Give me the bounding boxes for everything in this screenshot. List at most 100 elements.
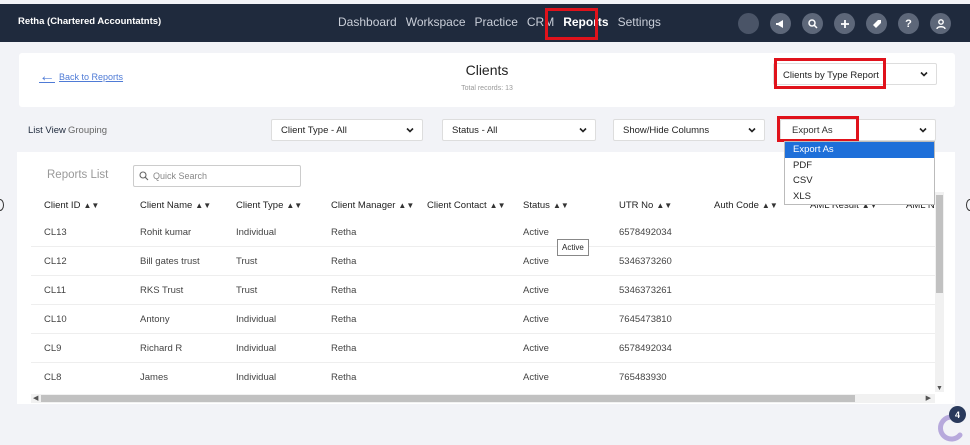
export-option-csv[interactable]: CSV: [785, 173, 934, 189]
cell-status: Active: [523, 372, 549, 383]
cell-client-type: Trust: [236, 256, 258, 267]
sort-icon: ▲▼: [398, 201, 415, 210]
nav-settings[interactable]: Settings: [618, 15, 661, 29]
cell-utr: 765483930: [619, 372, 667, 383]
tab-grouping[interactable]: Grouping: [68, 125, 107, 136]
top-navbar: Retha (Chartered Accountatnts) Dashboard…: [0, 4, 970, 42]
cell-utr: 6578492034: [619, 227, 672, 238]
col-client-name[interactable]: Client Name ▲▼: [140, 200, 211, 211]
show-hide-columns[interactable]: Show/Hide Columns: [613, 119, 765, 141]
cell-utr: 6578492034: [619, 343, 672, 354]
cell-client-type: Individual: [236, 372, 277, 383]
cell-status: Active: [523, 343, 549, 354]
export-option-placeholder[interactable]: Export As: [785, 142, 934, 158]
cell-status: Active: [523, 256, 549, 267]
cell-client-id: CL12: [44, 256, 67, 267]
table-row[interactable]: CL12 Bill gates trust Trust Retha Active…: [31, 247, 935, 276]
export-options-menu: Export As PDF CSV XLS: [784, 141, 935, 205]
sort-icon: ▲▼: [656, 201, 673, 210]
cell-client-name: Bill gates trust: [140, 256, 200, 267]
col-client-id[interactable]: Client ID ▲▼: [44, 200, 99, 211]
practice-name: Retha (Chartered Accountatnts): [18, 16, 162, 27]
cell-client-type: Trust: [236, 285, 258, 296]
sort-icon: ▲▼: [286, 201, 303, 210]
vertical-scrollbar[interactable]: ▼: [935, 192, 944, 392]
search-icon[interactable]: [802, 13, 823, 34]
col-utr-no[interactable]: UTR No ▲▼: [619, 200, 672, 211]
cell-status: Active: [523, 227, 549, 238]
reports-list-heading: Reports List: [47, 169, 109, 181]
cell-client-manager: Retha: [331, 314, 357, 325]
col-auth-code[interactable]: Auth Code ▲▼: [714, 200, 778, 211]
status-filter-value: Status - All: [452, 125, 498, 136]
cell-utr: 7645473810: [619, 314, 672, 325]
cell-client-manager: Retha: [331, 343, 357, 354]
chevron-down-icon: [919, 127, 927, 133]
search-placeholder: Quick Search: [153, 171, 208, 181]
scroll-down-arrow-icon[interactable]: ▼: [936, 385, 943, 392]
horizontal-scrollbar[interactable]: ◀ ▶: [31, 394, 935, 403]
cell-utr: 5346373261: [619, 285, 672, 296]
cell-client-id: CL10: [44, 314, 67, 325]
user-icon[interactable]: [930, 13, 951, 34]
tag-icon[interactable]: [866, 13, 887, 34]
cell-client-manager: Retha: [331, 256, 357, 267]
status-icon[interactable]: [738, 13, 759, 34]
cell-client-id: CL9: [44, 343, 62, 354]
chevron-down-icon: [748, 127, 756, 133]
col-client-type[interactable]: Client Type ▲▼: [236, 200, 302, 211]
client-type-filter-value: Client Type - All: [281, 125, 347, 136]
table-row[interactable]: CL11 RKS Trust Trust Retha Active 534637…: [31, 276, 935, 305]
help-icon[interactable]: ?: [898, 13, 919, 34]
plus-icon[interactable]: [834, 13, 855, 34]
reports-highlight: [545, 8, 598, 40]
cell-client-id: CL11: [44, 285, 67, 296]
cell-client-type: Individual: [236, 227, 277, 238]
cell-client-name: Richard R: [140, 343, 183, 354]
vertical-scroll-thumb[interactable]: [936, 195, 943, 293]
sort-icon: ▲▼: [195, 201, 212, 210]
col-client-contact[interactable]: Client Contact ▲▼: [427, 200, 506, 211]
scroll-left-arrow-icon[interactable]: ◀: [33, 394, 38, 402]
cell-client-manager: Retha: [331, 227, 357, 238]
cell-client-id: CL8: [44, 372, 62, 383]
status-tooltip: Active: [557, 239, 589, 256]
search-icon: [139, 171, 149, 181]
show-hide-label: Show/Hide Columns: [623, 125, 710, 136]
horizontal-scroll-thumb[interactable]: [41, 395, 855, 402]
cell-client-type: Individual: [236, 314, 277, 325]
quick-search-input[interactable]: Quick Search: [133, 165, 301, 187]
sort-icon: ▲▼: [489, 201, 506, 210]
table-row[interactable]: CL8 James Individual Retha Active 765483…: [31, 363, 935, 392]
export-option-xls[interactable]: XLS: [785, 189, 934, 205]
export-option-pdf[interactable]: PDF: [785, 158, 934, 174]
cell-client-manager: Retha: [331, 372, 357, 383]
nav-icons: ?: [738, 13, 951, 34]
col-status[interactable]: Status ▲▼: [523, 200, 569, 211]
col-client-manager[interactable]: Client Manager ▲▼: [331, 200, 414, 211]
sort-icon: ▲▼: [761, 201, 778, 210]
right-edge-icon: [966, 199, 970, 211]
cell-client-name: RKS Trust: [140, 285, 184, 296]
tab-list-view[interactable]: List View: [28, 125, 66, 136]
client-type-filter[interactable]: Client Type - All: [271, 119, 423, 141]
table-row[interactable]: CL9 Richard R Individual Retha Active 65…: [31, 334, 935, 363]
cell-status: Active: [523, 285, 549, 296]
left-edge-icon: [0, 199, 4, 211]
chevron-down-icon: [920, 71, 928, 77]
chevron-down-icon: [406, 127, 414, 133]
nav-dashboard[interactable]: Dashboard: [338, 15, 397, 29]
cell-client-manager: Retha: [331, 285, 357, 296]
status-filter[interactable]: Status - All: [442, 119, 596, 141]
chat-badge: 4: [949, 406, 966, 423]
cell-client-name: James: [140, 372, 168, 383]
scroll-right-arrow-icon[interactable]: ▶: [926, 394, 931, 402]
table-row[interactable]: CL10 Antony Individual Retha Active 7645…: [31, 305, 935, 334]
table-row[interactable]: CL13 Rohit kumar Individual Retha Active…: [31, 218, 935, 247]
announcement-icon[interactable]: [770, 13, 791, 34]
nav-practice[interactable]: Practice: [475, 15, 518, 29]
cell-status: Active: [523, 314, 549, 325]
report-type-highlight: [774, 58, 886, 89]
cell-utr: 5346373260: [619, 256, 672, 267]
nav-workspace[interactable]: Workspace: [406, 15, 466, 29]
